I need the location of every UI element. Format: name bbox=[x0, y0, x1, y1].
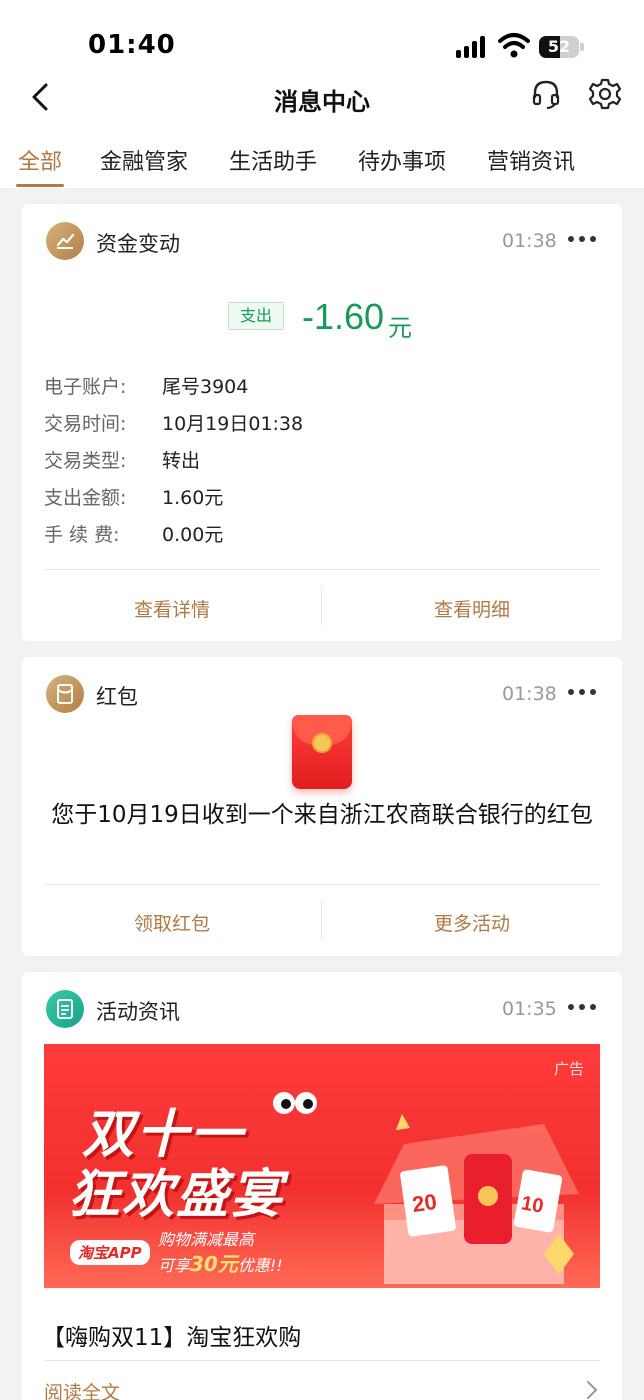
fund-change-card: 资金变动 01:38 支出 -1.60 元 电子账户: 尾号3904 交易时间:… bbox=[22, 204, 622, 641]
card-time: 01:38 bbox=[502, 230, 557, 252]
battery-icon: 52 bbox=[539, 36, 579, 58]
category-tabs: 全部 金融管家 生活助手 待办事项 营销资讯 bbox=[0, 126, 644, 188]
red-packet-message: 您于10月19日收到一个来自浙江农商联合银行的红包 bbox=[51, 802, 593, 828]
more-dots-icon[interactable] bbox=[567, 234, 597, 244]
red-envelope-image bbox=[292, 715, 352, 789]
row-label: 交易时间: bbox=[44, 413, 127, 435]
row-value: 0.00元 bbox=[162, 524, 224, 546]
read-more-link[interactable]: 阅读全文 bbox=[44, 1378, 120, 1400]
ad-tag: 广告 bbox=[553, 1060, 584, 1078]
red-packet-card: 红包 01:38 您于10月19日收到一个来自浙江农商联合银行的红包 领取红包 … bbox=[22, 657, 622, 956]
view-statement-button[interactable]: 查看明细 bbox=[322, 595, 622, 622]
chevron-right-icon[interactable] bbox=[584, 1380, 600, 1400]
more-dots-icon[interactable] bbox=[567, 687, 597, 697]
battery-tip bbox=[580, 43, 584, 51]
activity-news-card: 活动资讯 01:35 广告 20 10 双十一 狂欢盛宴 淘宝APP 购物满减最… bbox=[22, 972, 622, 1400]
row-value: 转出 bbox=[162, 450, 201, 472]
row-value: 1.60元 bbox=[162, 487, 224, 509]
tab-finance[interactable]: 金融管家 bbox=[100, 144, 188, 176]
wifi-icon bbox=[498, 33, 530, 58]
promo-banner[interactable]: 广告 20 10 双十一 狂欢盛宴 淘宝APP 购物满减最高 可享30元优惠!! bbox=[44, 1044, 600, 1288]
nav-bar: 消息中心 bbox=[0, 70, 644, 126]
transaction-amount: -1.60 bbox=[302, 296, 385, 337]
row-label: 支出金额: bbox=[44, 487, 127, 509]
gear-icon[interactable] bbox=[588, 77, 622, 111]
active-tab-indicator bbox=[16, 184, 64, 187]
claim-red-packet-button[interactable]: 领取红包 bbox=[22, 909, 322, 936]
status-time: 01:40 bbox=[88, 30, 176, 60]
status-bar: 01:40 52 bbox=[0, 0, 644, 70]
row-value: 10月19日01:38 bbox=[162, 413, 304, 435]
fund-chart-icon bbox=[46, 222, 84, 260]
row-value: 尾号3904 bbox=[162, 376, 249, 398]
more-activities-button[interactable]: 更多活动 bbox=[322, 909, 622, 936]
divider bbox=[44, 1360, 600, 1361]
expense-badge: 支出 bbox=[228, 302, 284, 330]
tab-all[interactable]: 全部 bbox=[18, 144, 62, 176]
cellular-signal-icon bbox=[456, 34, 490, 58]
cartoon-eyes-icon bbox=[273, 1092, 317, 1114]
promo-line-2: 可享30元优惠!! bbox=[158, 1252, 283, 1276]
headset-icon[interactable] bbox=[530, 78, 562, 110]
card-title: 红包 bbox=[96, 685, 138, 709]
article-title[interactable]: 【嗨购双11】淘宝狂欢购 bbox=[42, 1318, 301, 1352]
row-label: 电子账户: bbox=[44, 376, 127, 398]
row-label: 交易类型: bbox=[44, 450, 127, 472]
svg-text:10: 10 bbox=[519, 1192, 545, 1218]
card-time: 01:35 bbox=[502, 998, 557, 1020]
card-title: 活动资讯 bbox=[96, 1000, 180, 1024]
amount-unit: 元 bbox=[388, 314, 412, 342]
taobao-app-badge: 淘宝APP bbox=[70, 1240, 150, 1265]
battery-percent: 52 bbox=[547, 37, 571, 56]
view-details-button[interactable]: 查看详情 bbox=[22, 595, 322, 622]
more-dots-icon[interactable] bbox=[567, 1002, 597, 1012]
red-packet-icon bbox=[46, 675, 84, 713]
banner-headline-2: 狂欢盛宴 bbox=[68, 1165, 285, 1225]
svg-text:20: 20 bbox=[411, 1189, 439, 1217]
divider bbox=[44, 569, 600, 570]
tab-todo[interactable]: 待办事项 bbox=[358, 144, 446, 176]
promo-line-1: 购物满减最高 bbox=[158, 1230, 255, 1249]
tab-marketing[interactable]: 营销资讯 bbox=[487, 144, 575, 176]
card-title: 资金变动 bbox=[96, 232, 180, 256]
divider bbox=[44, 884, 600, 885]
gift-box-illustration: 20 10 bbox=[374, 1114, 579, 1284]
news-document-icon bbox=[46, 990, 84, 1028]
card-time: 01:38 bbox=[502, 683, 557, 705]
tab-life[interactable]: 生活助手 bbox=[229, 144, 317, 176]
row-label: 手 续 费: bbox=[44, 524, 120, 546]
